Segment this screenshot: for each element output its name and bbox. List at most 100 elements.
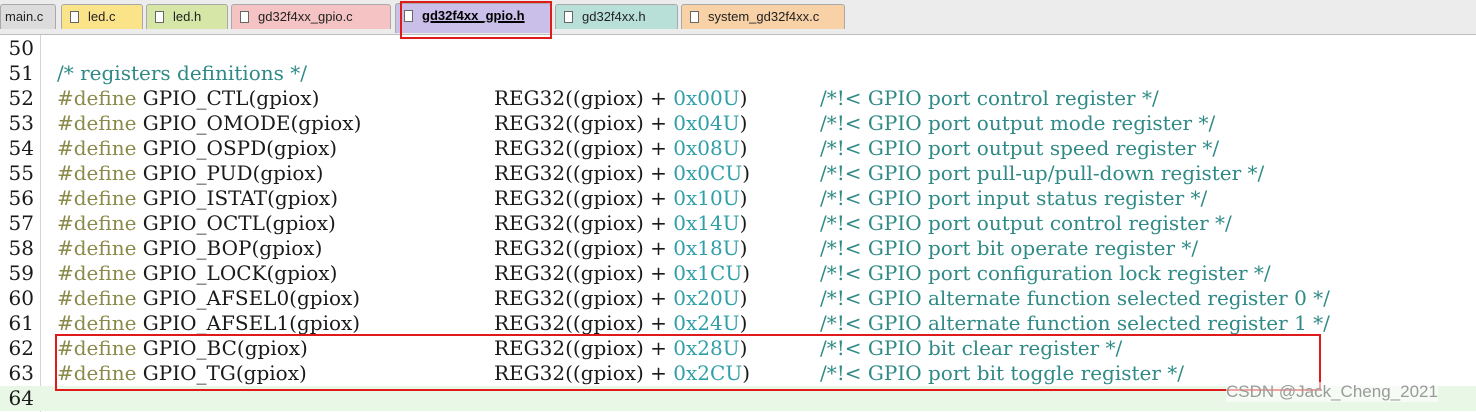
- code-line[interactable]: 60 #define GPIO_AFSEL0(gpiox) REG32((gpiox…: [0, 286, 1476, 311]
- hex-offset: 0x04U: [673, 111, 740, 135]
- tab-gd32f4xx-gpio-h[interactable]: gd32f4xx_gpio.h: [395, 3, 551, 33]
- register-expression: REG32((gpiox) +: [494, 236, 674, 260]
- file-icon: [240, 11, 249, 23]
- macro-name: GPIO_AFSEL0(gpiox): [136, 286, 361, 310]
- line-number: 59: [8, 261, 34, 285]
- file-icon: [155, 11, 164, 23]
- hex-offset: 0x14U: [673, 211, 740, 235]
- code-comment: /*!< GPIO port control register */: [820, 86, 1159, 110]
- register-expression: REG32((gpiox) +: [494, 286, 674, 310]
- closing-paren: ): [739, 336, 748, 360]
- closing-paren: ): [739, 136, 748, 160]
- line-number: 52: [8, 86, 34, 110]
- line-number: 56: [8, 186, 34, 210]
- define-keyword: #define: [57, 161, 137, 185]
- file-icon: [70, 11, 79, 23]
- closing-paren: ): [739, 311, 748, 335]
- file-icon: [404, 10, 413, 22]
- define-keyword: #define: [57, 361, 137, 385]
- macro-value: REG32((gpiox) + 0x20U): [494, 286, 747, 311]
- code-line[interactable]: 50: [0, 36, 1476, 61]
- macro-value: REG32((gpiox) + 0x0CU): [494, 161, 750, 186]
- closing-paren: ): [739, 236, 748, 260]
- line-number: 51: [8, 61, 34, 85]
- code-comment: /*!< GPIO port output control register *…: [820, 211, 1232, 235]
- define-keyword: #define: [57, 286, 137, 310]
- code-comment: /*!< GPIO port pull-up/pull-down registe…: [820, 161, 1265, 185]
- hex-offset: 0x1CU: [673, 261, 743, 285]
- macro-name: GPIO_OSPD(gpiox): [136, 136, 338, 160]
- line-number: 61: [8, 311, 34, 335]
- tab-gd32f4xx-h[interactable]: gd32f4xx.h: [555, 4, 678, 29]
- tab-led-h[interactable]: led.h: [146, 4, 228, 29]
- code-line[interactable]: 55 #define GPIO_PUD(gpiox) REG32((gpiox) +…: [0, 161, 1476, 186]
- tab-system-gd32f4xx-c[interactable]: system_gd32f4xx.c: [681, 4, 845, 29]
- register-expression: REG32((gpiox) +: [494, 361, 674, 385]
- register-expression: REG32((gpiox) +: [494, 161, 674, 185]
- macro-value: REG32((gpiox) + 0x24U): [494, 311, 747, 336]
- register-expression: REG32((gpiox) +: [494, 111, 674, 135]
- define-keyword: #define: [57, 261, 137, 285]
- hex-offset: 0x00U: [673, 86, 740, 110]
- code-comment: /*!< GPIO port output mode register */: [820, 111, 1216, 135]
- code-comment: /*!< GPIO port input status register */: [820, 186, 1208, 210]
- code-line[interactable]: 56 #define GPIO_ISTAT(gpiox) REG32((gpiox)…: [0, 186, 1476, 211]
- closing-paren: ): [739, 86, 748, 110]
- code-line[interactable]: 59 #define GPIO_LOCK(gpiox) REG32((gpiox) …: [0, 261, 1476, 286]
- closing-paren: ): [739, 111, 748, 135]
- closing-paren: ): [739, 286, 748, 310]
- code-line[interactable]: 53 #define GPIO_OMODE(gpiox) REG32((gpiox)…: [0, 111, 1476, 136]
- register-expression: REG32((gpiox) +: [494, 136, 674, 160]
- closing-paren: ): [742, 361, 750, 385]
- code-editor[interactable]: 50 51 /* registers definitions */ 52 #define…: [0, 35, 1476, 412]
- line-number: 57: [8, 211, 34, 235]
- define-keyword: #define: [57, 186, 137, 210]
- code-line[interactable]: 54 #define GPIO_OSPD(gpiox) REG32((gpiox) …: [0, 136, 1476, 161]
- closing-paren: ): [739, 186, 748, 210]
- macro-definition: #define GPIO_BOP(gpiox): [57, 236, 322, 261]
- macro-value: REG32((gpiox) + 0x08U): [494, 136, 747, 161]
- macro-value: REG32((gpiox) + 0x04U): [494, 111, 747, 136]
- tab-gd32f4xx-gpio-c[interactable]: gd32f4xx_gpio.c: [231, 4, 391, 29]
- line-number: 58: [8, 236, 34, 260]
- macro-value: REG32((gpiox) + 0x28U): [494, 336, 747, 361]
- line-number: 53: [8, 111, 34, 135]
- code-line[interactable]: 51 /* registers definitions */: [0, 61, 1476, 86]
- closing-paren: ): [742, 261, 750, 285]
- macro-definition: #define GPIO_CTL(gpiox): [57, 86, 319, 111]
- register-expression: REG32((gpiox) +: [494, 336, 674, 360]
- register-expression: REG32((gpiox) +: [494, 311, 674, 335]
- define-keyword: #define: [57, 86, 137, 110]
- define-keyword: #define: [57, 236, 137, 260]
- watermark: CSDN @Jack_Cheng_2021: [1226, 382, 1438, 402]
- macro-name: GPIO_ISTAT(gpiox): [136, 186, 339, 210]
- tab-label: led.c: [88, 9, 116, 24]
- macro-value: REG32((gpiox) + 0x14U): [494, 211, 747, 236]
- define-keyword: #define: [57, 136, 137, 160]
- code-comment: /* registers definitions */: [57, 61, 307, 85]
- code-line[interactable]: 57 #define GPIO_OCTL(gpiox) REG32((gpiox) …: [0, 211, 1476, 236]
- hex-offset: 0x18U: [673, 236, 740, 260]
- code-comment: /*!< GPIO alternate function selected re…: [820, 311, 1330, 335]
- macro-name: GPIO_PUD(gpiox): [136, 161, 324, 185]
- code-comment: /*!< GPIO port output speed register */: [820, 136, 1220, 160]
- code-line[interactable]: 58 #define GPIO_BOP(gpiox) REG32((gpiox) +…: [0, 236, 1476, 261]
- macro-name: GPIO_BOP(gpiox): [136, 236, 323, 260]
- code-line[interactable]: 62 #define GPIO_BC(gpiox) REG32((gpiox) + …: [0, 336, 1476, 361]
- macro-name: GPIO_OCTL(gpiox): [136, 211, 336, 235]
- code-line[interactable]: 52 #define GPIO_CTL(gpiox) REG32((gpiox) +…: [0, 86, 1476, 111]
- tab-label: gd32f4xx.h: [582, 9, 646, 24]
- code-comment: /*!< GPIO alternate function selected re…: [820, 286, 1330, 310]
- tab-led-c[interactable]: led.c: [61, 4, 143, 29]
- file-icon: [690, 11, 699, 23]
- code-line[interactable]: 61 #define GPIO_AFSEL1(gpiox) REG32((gpiox…: [0, 311, 1476, 336]
- tab-label: led.h: [173, 9, 202, 24]
- macro-name: GPIO_OMODE(gpiox): [136, 111, 362, 135]
- define-keyword: #define: [57, 336, 137, 360]
- tab-label: system_gd32f4xx.c: [708, 9, 820, 24]
- tab-main-c[interactable]: main.c: [0, 4, 56, 29]
- register-expression: REG32((gpiox) +: [494, 86, 674, 110]
- code-comment: /*!< GPIO bit clear register */: [820, 336, 1123, 360]
- macro-value: REG32((gpiox) + 0x00U): [494, 86, 747, 111]
- line-number: 55: [8, 161, 34, 185]
